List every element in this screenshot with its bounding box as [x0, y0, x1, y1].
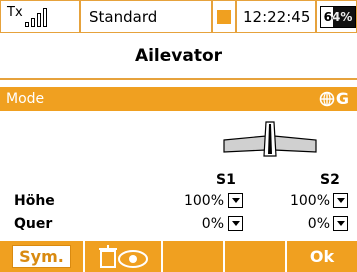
- ok-label: Ok: [309, 247, 335, 266]
- status-square-icon: [217, 9, 231, 24]
- profile-name: Standard: [80, 0, 212, 33]
- mode-row[interactable]: Mode G: [0, 87, 357, 111]
- profile-label: Standard: [89, 7, 158, 26]
- sym-button[interactable]: Sym.: [0, 241, 85, 272]
- clock: 12:22:45: [236, 0, 316, 33]
- mode-label: Mode: [6, 91, 45, 107]
- time-label: 12:22:45: [243, 7, 311, 26]
- quer-s1-dropdown-icon[interactable]: [228, 216, 243, 231]
- footer-bar: Sym. Ok: [0, 241, 357, 272]
- hoehe-s1-value[interactable]: 100%: [170, 193, 224, 209]
- hoehe-s2-dropdown-icon[interactable]: [333, 193, 348, 208]
- monitor-button[interactable]: [85, 241, 163, 272]
- tx-label: Tx: [7, 5, 23, 20]
- mode-value: G: [319, 89, 349, 108]
- battery-percent: 64%: [323, 9, 353, 24]
- signal-bars-icon: [24, 7, 47, 27]
- tx-signal: Tx: [0, 0, 80, 33]
- column-header-s1: S1: [216, 172, 236, 188]
- status-indicator: [212, 0, 236, 33]
- row-label-hoehe: Höhe: [14, 193, 55, 209]
- quer-s2-value[interactable]: 0%: [276, 216, 330, 232]
- quer-s2-dropdown-icon[interactable]: [333, 216, 348, 231]
- column-header-s2: S2: [320, 172, 340, 188]
- globe-icon: [319, 91, 335, 106]
- battery-icon: 64%: [320, 5, 356, 28]
- status-bar: Tx Standard 12:22:45 64%: [0, 0, 357, 33]
- hoehe-s1-dropdown-icon[interactable]: [228, 193, 243, 208]
- ailevator-plane-icon: [223, 121, 317, 157]
- quer-s1-value[interactable]: 0%: [170, 216, 224, 232]
- ok-button[interactable]: Ok: [287, 241, 357, 272]
- hoehe-s2-value[interactable]: 100%: [276, 193, 330, 209]
- servo-eye-icon: [99, 244, 148, 268]
- mode-value-text: G: [335, 89, 349, 108]
- row-label-quer: Quer: [14, 216, 53, 232]
- battery: 64%: [316, 0, 357, 33]
- page-title: Ailevator: [134, 46, 223, 66]
- title-divider: [0, 78, 357, 80]
- footer-button-4[interactable]: [225, 241, 287, 272]
- footer-button-3[interactable]: [163, 241, 225, 272]
- sym-label: Sym.: [12, 245, 71, 268]
